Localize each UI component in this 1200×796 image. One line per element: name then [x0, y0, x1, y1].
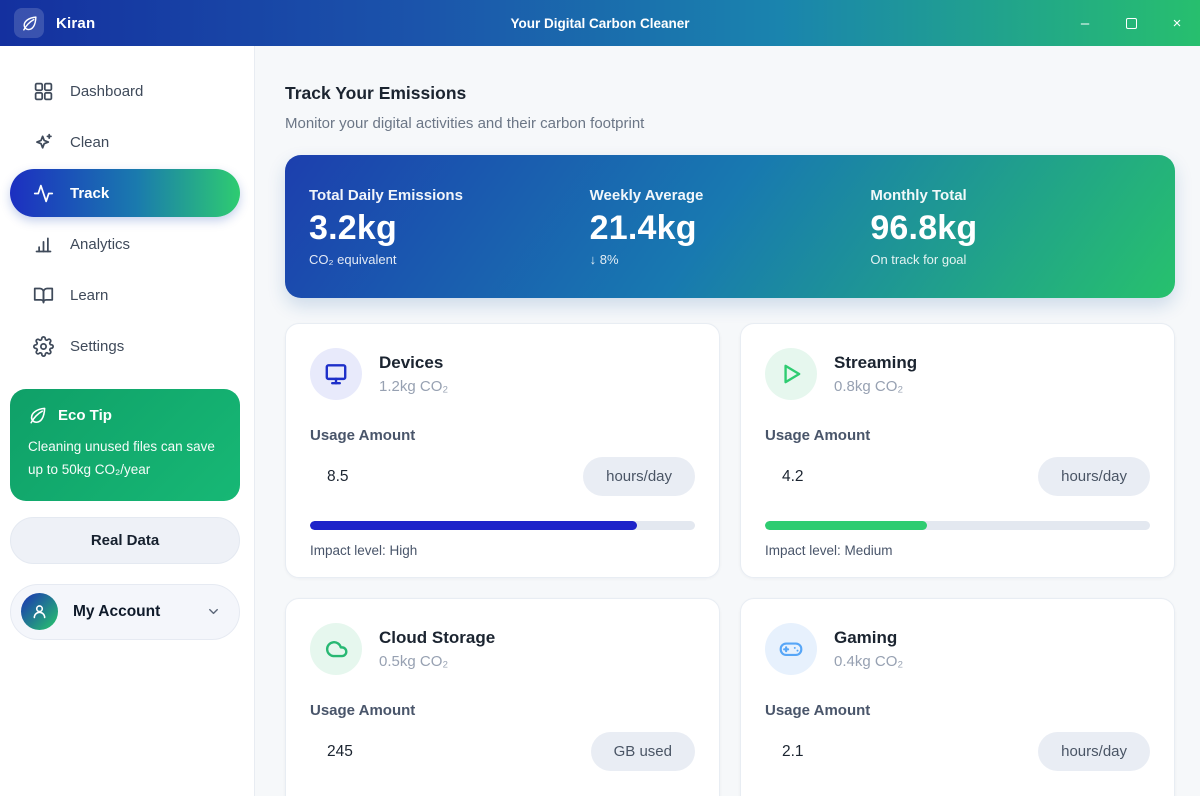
page-subtitle: Monitor your digital activities and thei… — [285, 115, 1175, 132]
impact-level-text: Impact level: Medium — [765, 543, 1150, 558]
unit-badge: GB used — [591, 732, 695, 771]
streaming-progress-track — [765, 521, 1150, 530]
sidebar-item-analytics[interactable]: Analytics — [10, 220, 240, 268]
activity-icon — [33, 183, 54, 204]
card-title: Devices — [379, 353, 448, 373]
stat-label: Total Daily Emissions — [309, 187, 590, 204]
card-emission: 0.4kg CO₂ — [834, 653, 903, 670]
unit-badge: hours/day — [583, 457, 695, 496]
sparkles-icon — [33, 132, 54, 153]
chevron-down-icon — [206, 604, 221, 619]
sidebar-item-label: Track — [70, 185, 109, 202]
close-button[interactable]: × — [1154, 0, 1200, 46]
eco-tip-title: Eco Tip — [58, 407, 112, 424]
card-emission: 1.2kg CO₂ — [379, 378, 448, 395]
card-gaming: Gaming 0.4kg CO₂ Usage Amount hours/day — [740, 598, 1175, 796]
main-content: Track Your Emissions Monitor your digita… — [255, 46, 1200, 796]
emissions-summary-banner: Total Daily Emissions 3.2kg CO₂ equivale… — [285, 155, 1175, 298]
window-controls: – × — [1062, 0, 1200, 46]
stat-monthly-total: Monthly Total 96.8kg On track for goal — [870, 187, 1151, 267]
sidebar-item-settings[interactable]: Settings — [10, 322, 240, 370]
app-window: Kiran Your Digital Carbon Cleaner – × Da… — [0, 0, 1200, 796]
person-icon — [30, 602, 49, 621]
sidebar: Dashboard Clean Track Analytics — [0, 46, 255, 796]
account-label: My Account — [73, 603, 160, 621]
devices-progress-track — [310, 521, 695, 530]
stat-value: 3.2kg — [309, 209, 590, 248]
usage-amount-label: Usage Amount — [765, 702, 1150, 719]
unit-badge: hours/day — [1038, 457, 1150, 496]
card-cloud-storage: Cloud Storage 0.5kg CO₂ Usage Amount GB … — [285, 598, 720, 796]
devices-icon-badge — [310, 348, 362, 400]
usage-amount-label: Usage Amount — [310, 702, 695, 719]
page-title: Track Your Emissions — [285, 83, 1175, 104]
card-title: Cloud Storage — [379, 628, 495, 648]
sidebar-item-label: Clean — [70, 134, 109, 151]
leaf-icon — [21, 15, 38, 32]
cloud-icon-badge — [310, 623, 362, 675]
eco-tip-card: Eco Tip Cleaning unused files can save u… — [10, 389, 240, 501]
sidebar-item-label: Learn — [70, 287, 108, 304]
titlebar: Kiran Your Digital Carbon Cleaner – × — [0, 0, 1200, 46]
impact-level-text: Impact level: High — [310, 543, 695, 558]
card-emission: 0.5kg CO₂ — [379, 653, 495, 670]
stat-sub: CO₂ equivalent — [309, 252, 590, 267]
stat-label: Monthly Total — [870, 187, 1151, 204]
real-data-button[interactable]: Real Data — [10, 517, 240, 564]
account-menu[interactable]: My Account — [10, 584, 240, 640]
card-emission: 0.8kg CO₂ — [834, 378, 917, 395]
maximize-button[interactable] — [1108, 0, 1154, 46]
sidebar-item-learn[interactable]: Learn — [10, 271, 240, 319]
unit-badge: hours/day — [1038, 732, 1150, 771]
usage-amount-label: Usage Amount — [310, 427, 695, 444]
stat-label: Weekly Average — [590, 187, 871, 204]
gear-icon — [33, 336, 54, 357]
stat-sub: ↓ 8% — [590, 252, 871, 267]
stat-weekly-average: Weekly Average 21.4kg ↓ 8% — [590, 187, 871, 267]
cloud-usage-input[interactable] — [310, 743, 430, 761]
streaming-progress-fill — [765, 521, 927, 530]
eco-tip-body: Cleaning unused files can save up to 50k… — [28, 436, 222, 482]
gaming-usage-input[interactable] — [765, 743, 885, 761]
sidebar-item-clean[interactable]: Clean — [10, 118, 240, 166]
sidebar-item-label: Dashboard — [70, 83, 143, 100]
leaf-icon — [28, 406, 47, 425]
play-icon — [778, 361, 804, 387]
sidebar-item-track[interactable]: Track — [10, 169, 240, 217]
app-logo — [14, 8, 44, 38]
window-title: Your Digital Carbon Cleaner — [0, 16, 1200, 31]
stat-sub: On track for goal — [870, 252, 1151, 267]
streaming-usage-input[interactable] — [765, 468, 885, 486]
sidebar-item-dashboard[interactable]: Dashboard — [10, 67, 240, 115]
gaming-icon-badge — [765, 623, 817, 675]
stat-value: 96.8kg — [870, 209, 1151, 248]
sidebar-item-label: Settings — [70, 338, 124, 355]
gamepad-icon — [778, 636, 804, 662]
minimize-button[interactable]: – — [1062, 0, 1108, 46]
stat-total-daily: Total Daily Emissions 3.2kg CO₂ equivale… — [309, 187, 590, 267]
open-book-icon — [33, 285, 54, 306]
dashboard-grid-icon — [33, 81, 54, 102]
usage-cards-grid: Devices 1.2kg CO₂ Usage Amount hours/day… — [285, 323, 1175, 796]
monitor-icon — [323, 361, 349, 387]
sidebar-item-label: Analytics — [70, 236, 130, 253]
bar-chart-icon — [33, 234, 54, 255]
card-title: Streaming — [834, 353, 917, 373]
card-streaming: Streaming 0.8kg CO₂ Usage Amount hours/d… — [740, 323, 1175, 578]
maximize-icon — [1126, 18, 1137, 29]
app-name: Kiran — [56, 15, 95, 32]
card-title: Gaming — [834, 628, 903, 648]
cloud-icon — [323, 636, 349, 662]
devices-progress-fill — [310, 521, 637, 530]
stat-value: 21.4kg — [590, 209, 871, 248]
card-devices: Devices 1.2kg CO₂ Usage Amount hours/day… — [285, 323, 720, 578]
devices-usage-input[interactable] — [310, 468, 430, 486]
streaming-icon-badge — [765, 348, 817, 400]
avatar — [21, 593, 58, 630]
usage-amount-label: Usage Amount — [765, 427, 1150, 444]
